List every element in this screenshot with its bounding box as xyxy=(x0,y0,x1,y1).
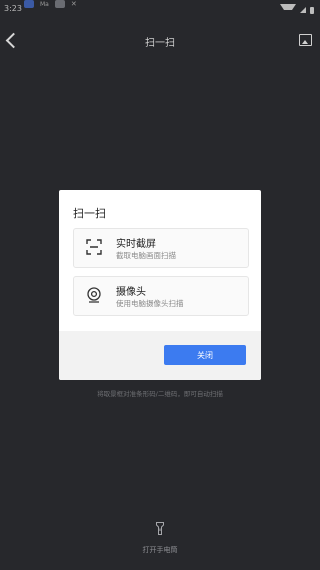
flashlight-icon xyxy=(156,522,164,535)
battery-icon xyxy=(310,6,314,14)
option-screen-capture[interactable]: 实时截屏 截取电脑画面扫描 xyxy=(73,228,249,268)
scan-hint: 将取景框对准条形码/二维码，即可自动扫描 xyxy=(97,390,223,398)
dialog-title: 扫一扫 xyxy=(73,207,106,220)
signal-icon xyxy=(300,7,306,13)
option-description: 截取电脑画面扫描 xyxy=(116,251,176,260)
status-indicators xyxy=(280,4,314,16)
notification-app-icon xyxy=(24,0,34,8)
option-webcam[interactable]: 摄像头 使用电脑摄像头扫描 xyxy=(73,276,249,316)
dialog-footer: 关闭 xyxy=(59,331,261,380)
scan-source-dialog: 扫一扫 实时截屏 截取电脑画面扫描 摄像头 使用电脑摄像头扫描 关闭 xyxy=(59,190,261,380)
status-bar: 3:23 Ma ✕ xyxy=(0,0,320,24)
notification-app-icon-2 xyxy=(54,0,65,8)
flashlight-toggle[interactable]: 打开手电筒 xyxy=(0,520,320,555)
close-button[interactable]: 关闭 xyxy=(164,345,246,365)
option-title: 实时截屏 xyxy=(116,239,156,250)
photo-album-icon[interactable] xyxy=(299,34,312,46)
wifi-icon xyxy=(280,4,296,16)
notification-close-icon: ✕ xyxy=(70,0,77,8)
title-bar: 扫一扫 xyxy=(0,28,320,54)
option-description: 使用电脑摄像头扫描 xyxy=(116,299,184,308)
page-title: 扫一扫 xyxy=(145,38,175,49)
notification-app-label: Ma xyxy=(40,0,49,8)
flashlight-label: 打开手电筒 xyxy=(142,546,178,554)
screen-capture-icon xyxy=(86,239,102,255)
status-time: 3:23 xyxy=(4,4,22,13)
option-title: 摄像头 xyxy=(116,287,146,298)
webcam-icon xyxy=(87,287,101,303)
status-notification-apps: Ma ✕ xyxy=(24,0,77,8)
